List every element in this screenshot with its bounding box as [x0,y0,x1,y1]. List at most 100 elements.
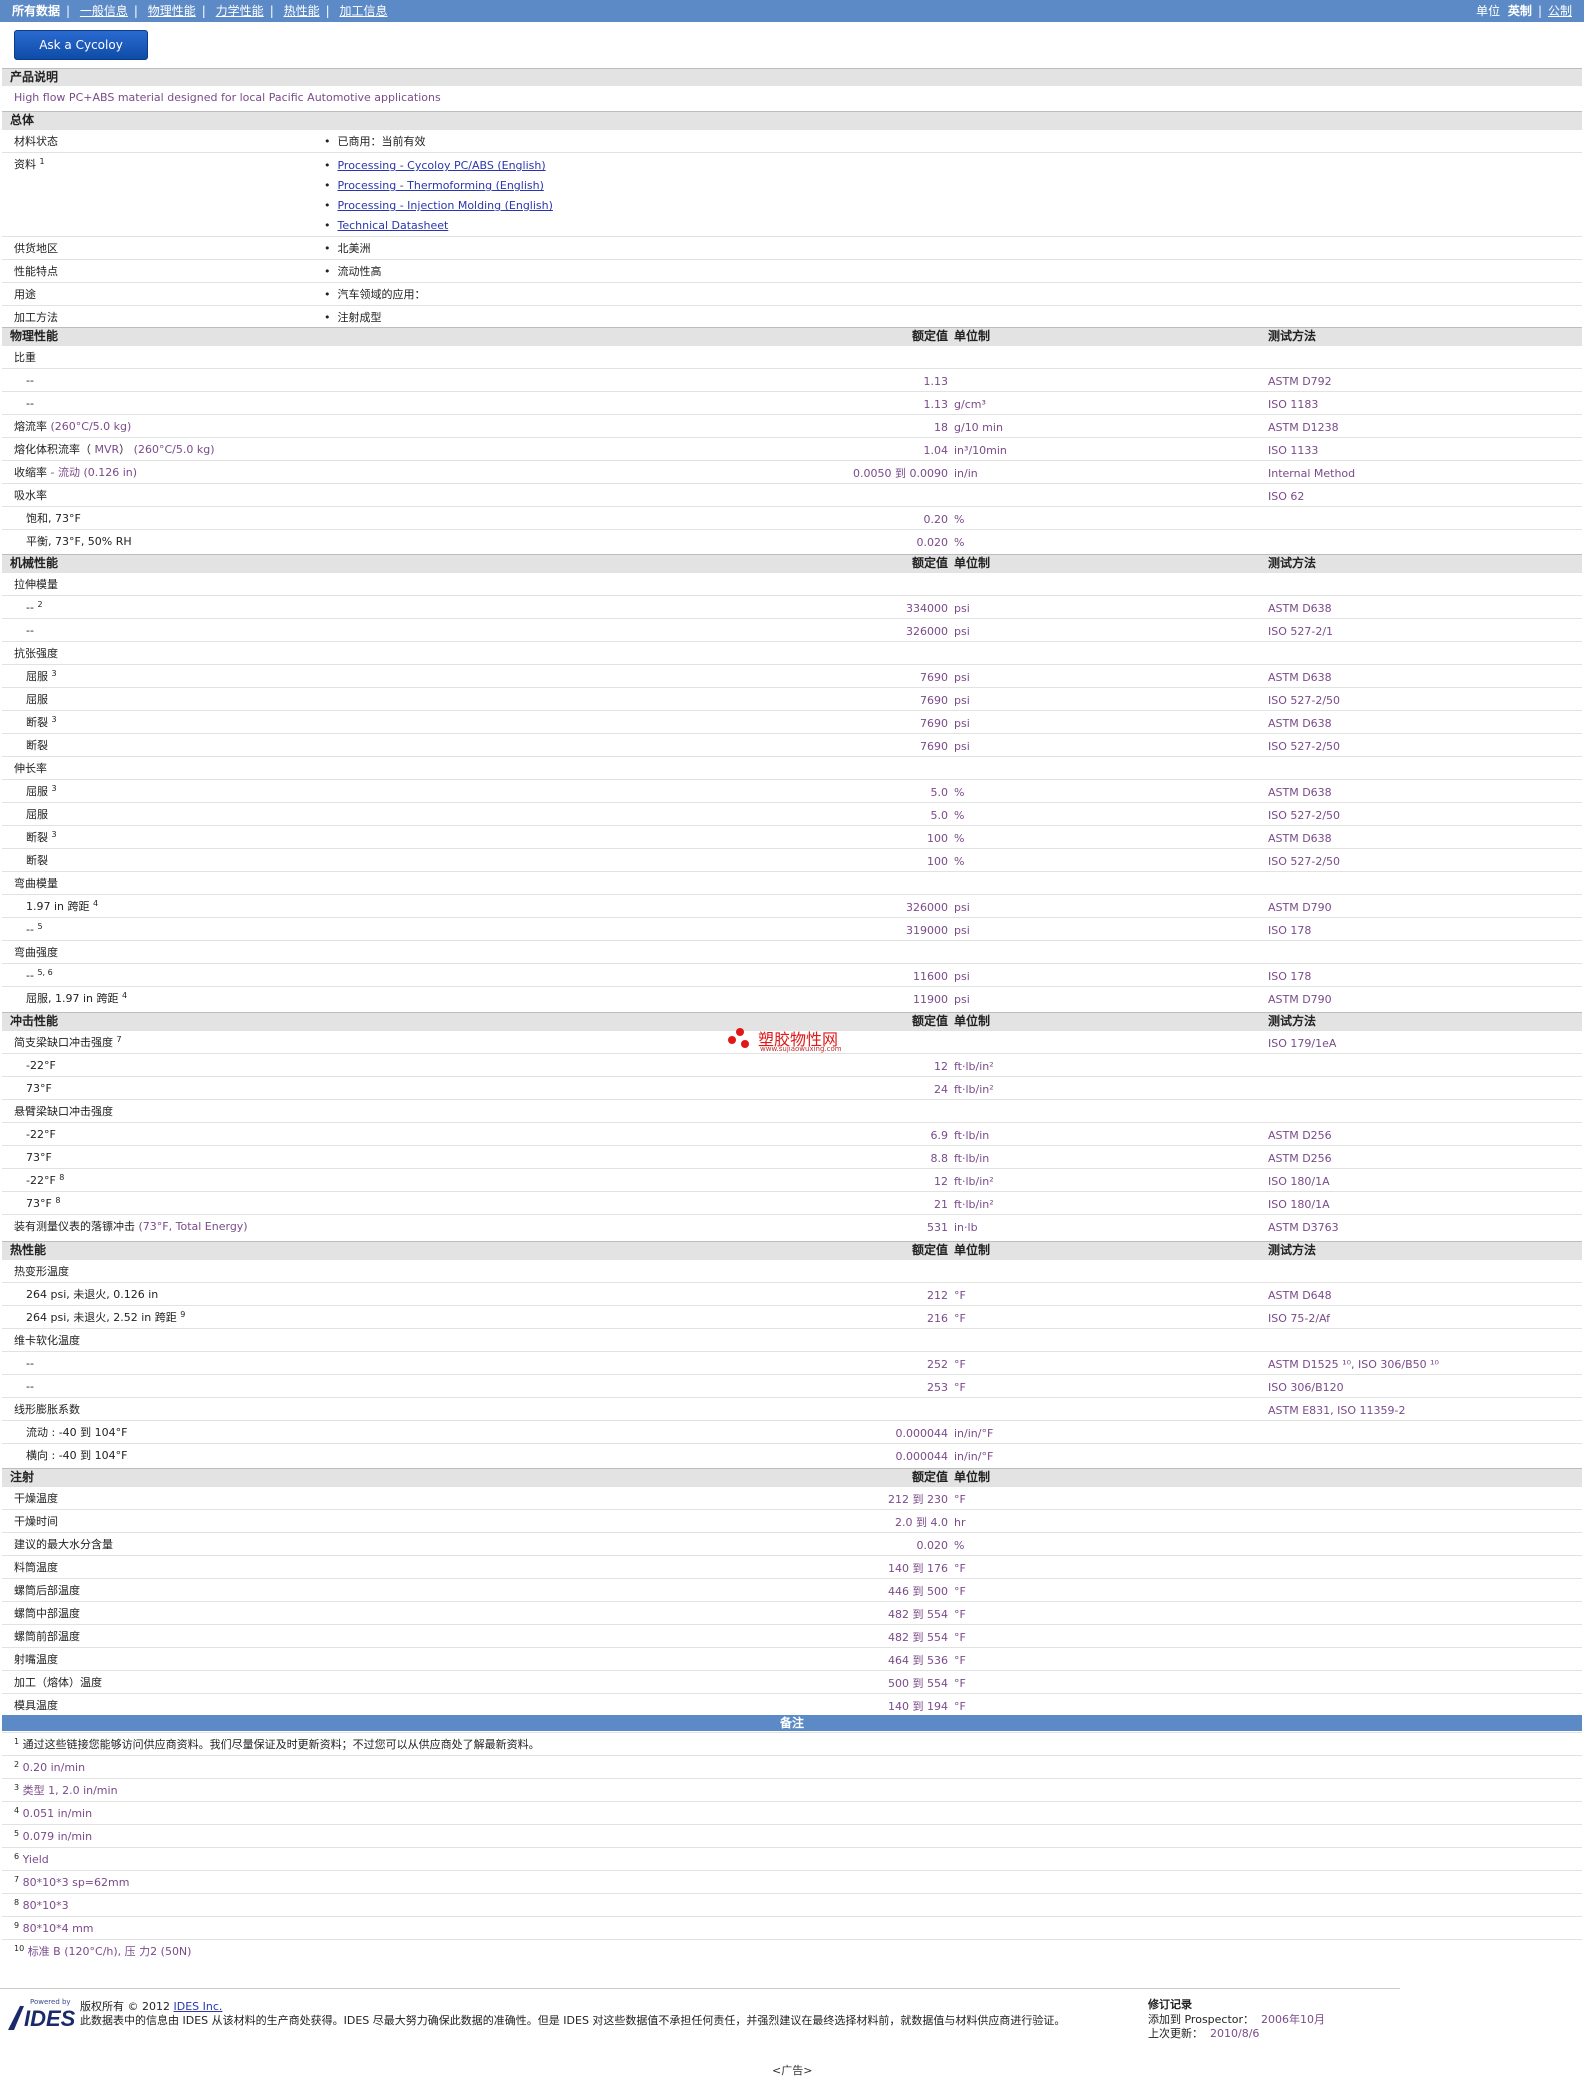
data-row: 拉伸模量 [2,572,1582,595]
row-unit: ft·lb/in² [954,1198,994,1211]
footnote-text: 8 80*10*3 [14,1898,69,1912]
row-label: 吸水率 [14,489,47,502]
section-title: 产品说明 [10,70,59,84]
nav-physical[interactable]: 物理性能 [148,4,196,18]
unit-english: 英制 [1507,4,1532,18]
row-value: 319000 [906,924,948,937]
doc-link-thermoforming[interactable]: Processing - Thermoforming (English) [337,179,543,192]
section-title: 机械性能 [10,556,59,570]
row-unit: psi [954,740,970,753]
doc-link-technical-datasheet[interactable]: Technical Datasheet [337,219,448,232]
row-label: 模具温度 [14,1699,58,1712]
row-value: 0.000044 [895,1450,949,1463]
row-test-method: ASTM D638 [1268,602,1332,615]
row-label: -- [26,374,34,387]
nav-processing[interactable]: 加工信息 [339,4,387,18]
row-label: 弯曲强度 [14,946,58,959]
row-label: 热变形温度 [14,1265,69,1278]
row-unit: °F [954,1608,966,1621]
data-row: 断裂 3 7690 psi ASTM D638 [2,710,1582,733]
col-header-method: 测试方法 [1268,556,1317,570]
data-row: -- 326000 psi ISO 527-2/1 [2,618,1582,641]
section-product-desc: 产品说明 [2,68,1582,86]
row-unit: °F [954,1654,966,1667]
row-label: 屈服 3 [26,669,57,683]
row-label: 维卡软化温度 [14,1334,80,1347]
row-label: 射嘴温度 [14,1653,58,1666]
unit-switcher: 单位 英制 | 公制 [1476,4,1572,18]
watermark-url: www.sujiaowuxing.com [760,1045,842,1053]
row-region: 供货地区 • 北美洲 [2,236,1582,259]
top-nav-bar: 所有数据 | 一般信息 | 物理性能 | 力学性能 | 热性能 | 加工信息 单位 英制 |… [0,0,1584,22]
row-unit: % [954,536,965,549]
data-row: 264 psi, 未退火, 0.126 in 212 °F ASTM D648 [2,1282,1582,1305]
row-test-method: ISO 180/1A [1268,1198,1330,1211]
data-row: 平衡, 73°F, 50% RH 0.020% [2,529,1582,552]
footnote-text: 9 80*10*4 mm [14,1921,94,1935]
row-test-method: ISO 1133 [1268,444,1319,457]
row-unit: ft·lb/in [954,1129,990,1142]
data-row: 伸长率 [2,756,1582,779]
row-label: 弯曲模量 [14,877,58,890]
col-header-value: 额定值 [911,556,948,570]
row-unit: hr [954,1516,966,1529]
row-label: 断裂 3 [26,715,57,729]
row-unit: psi [954,694,970,707]
row-unit: in³/10min [954,444,1007,457]
footnote-row: 5 0.079 in/min [2,1824,1582,1847]
section-title: 物理性能 [10,329,59,343]
row-value: 326000 [906,625,948,638]
row-value: 334000 [906,602,948,615]
section-thermal: 热性能 额定值 单位制 测试方法 [2,1241,1582,1259]
row-label: 73°F 8 [26,1196,61,1210]
row-unit: % [954,855,965,868]
nav-general-info[interactable]: 一般信息 [80,4,128,18]
last-updated: 上次更新： 2010/8/6 [1148,2027,1260,2040]
row-unit: % [954,1539,965,1552]
row-value: 18 [934,421,948,434]
data-row: 73°F 8 21 ft·lb/in² ISO 180/1A [2,1191,1582,1214]
row-value: 140 到 176 [888,1562,948,1575]
row-unit: in/in/°F [954,1450,994,1463]
nav-thermal[interactable]: 热性能 [284,4,320,18]
row-value: 212 到 230 [888,1493,948,1506]
col-header-value: 额定值 [911,1014,948,1028]
nav-all-data[interactable]: 所有数据 [12,4,60,18]
row-unit: in/in/°F [954,1427,994,1440]
row-value: 1.04 [923,444,949,457]
row-value: 100 [927,832,948,845]
row-test-method: ASTM D792 [1268,375,1332,388]
row-value: 7690 [920,671,948,684]
row-documents: 资料 1 • Processing - Cycoloy PC/ABS (Engl… [2,152,1582,235]
col-header-method: 测试方法 [1268,329,1317,343]
row-label: 平衡, 73°F, 50% RH [26,535,132,548]
row-value: 0.20 [923,513,949,526]
data-row: -- 5 319000 psi ISO 178 [2,917,1582,940]
ask-engineer-button[interactable]: Ask a Cycoloy Engineer [14,30,148,80]
unit-metric-link[interactable]: 公制 [1548,4,1572,18]
disclaimer: 此数据表中的信息由 IDES 从该材料的生产商处获得。IDES 尽最大努力确保此… [80,2014,1066,2027]
data-row: -- 1.13 ASTM D792 [2,368,1582,391]
doc-link-injection-molding[interactable]: Processing - Injection Molding (English) [337,199,552,212]
row-label: 屈服 3 [26,784,57,798]
section-general: 总体 [2,111,1582,129]
row-value: 531 [927,1221,948,1234]
row-test-method: ASTM D790 [1268,993,1332,1006]
nav-mechanical[interactable]: 力学性能 [216,4,264,18]
row-test-method: ISO 527-2/50 [1268,694,1341,707]
footnote-row: 6 Yield [2,1847,1582,1870]
units-label: 单位 [1476,4,1501,18]
row-value: 100 [927,855,948,868]
doc-link-cycoloy[interactable]: Processing - Cycoloy PC/ABS (English) [337,159,545,172]
row-label: -- 2 [26,600,43,614]
section-nav: 所有数据 | 一般信息 | 物理性能 | 力学性能 | 热性能 | 加工信息 [12,4,388,18]
data-row: 断裂 100% ISO 527-2/50 [2,848,1582,871]
data-row: 维卡软化温度 [2,1328,1582,1351]
footnote-text: 5 0.079 in/min [14,1829,93,1843]
row-value: 212 [927,1289,948,1302]
row-test-method: ASTM D3763 [1268,1221,1339,1234]
section-title: 冲击性能 [10,1014,59,1028]
row-unit: °F [954,1312,966,1325]
row-features: 性能特点 • 流动性高 [2,259,1582,282]
data-row: 弯曲强度 [2,940,1582,963]
